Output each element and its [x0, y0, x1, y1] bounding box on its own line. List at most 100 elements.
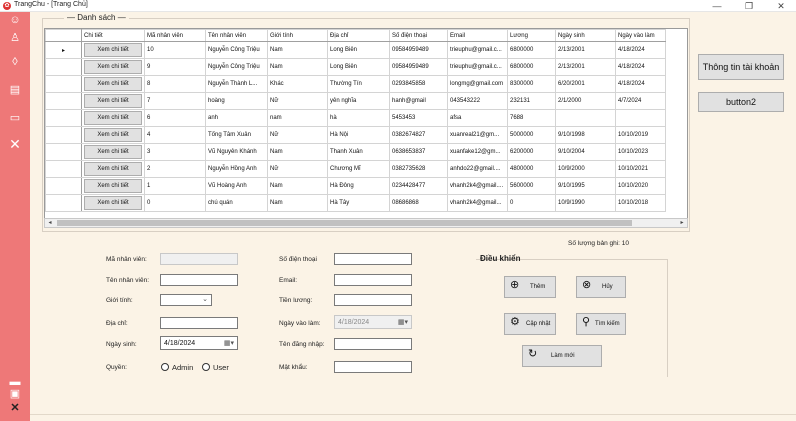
table-cell[interactable]: Vũ Hoàng Anh	[205, 177, 268, 195]
table-cell[interactable]: Nguyễn Công Triệu	[205, 41, 268, 59]
table-cell[interactable]: Nam	[267, 41, 328, 59]
table-cell[interactable]: 0382735628	[389, 160, 448, 178]
table-cell[interactable]: 10/10/2023	[615, 143, 666, 161]
table-cell[interactable]: nam	[267, 109, 328, 127]
view-detail-button[interactable]: Xem chi tiết	[84, 196, 142, 210]
table-cell[interactable]: 0	[144, 194, 206, 212]
table-cell[interactable]: 6800000	[507, 58, 556, 76]
table-cell[interactable]	[615, 109, 666, 127]
table-cell[interactable]: Hà Nội	[327, 126, 390, 144]
column-header[interactable]: Ngày vào làm	[615, 29, 666, 42]
detail-cell[interactable]: Xem chi tiết	[81, 126, 145, 144]
calendar-icon[interactable]: ▦▾	[224, 338, 234, 350]
start-date-picker[interactable]: 4/18/2024 ▦▾	[334, 315, 412, 329]
table-cell[interactable]: Nữ	[267, 126, 328, 144]
column-header[interactable]: Lương	[507, 29, 556, 42]
table-row[interactable]: Xem chi tiết 7 hoàng Nữ yên nghĩa hanh@gmail 0…	[45, 92, 666, 110]
table-cell[interactable]: 4	[144, 126, 206, 144]
table-cell[interactable]: yên nghĩa	[327, 92, 390, 110]
column-header[interactable]: Tên nhân viên	[205, 29, 268, 42]
table-cell[interactable]: 5600000	[507, 177, 556, 195]
table-cell[interactable]: xuanreal21@gm...	[447, 126, 508, 144]
location-icon[interactable]: ◊	[8, 56, 22, 68]
table-cell[interactable]: Thanh Xuân	[327, 143, 390, 161]
table-cell[interactable]: xuanfake12@gm...	[447, 143, 508, 161]
table-cell[interactable]: 6800000	[507, 41, 556, 59]
table-cell[interactable]: 10	[144, 41, 206, 59]
view-detail-button[interactable]: Xem chi tiết	[84, 111, 142, 125]
detail-cell[interactable]: Xem chi tiết	[81, 109, 145, 127]
table-cell[interactable]: 10/10/2019	[615, 126, 666, 144]
table-cell[interactable]: hà	[327, 109, 390, 127]
column-header[interactable]: Giới tính	[267, 29, 328, 42]
table-cell[interactable]: vhanh2k4@gmail...	[447, 194, 508, 212]
table-cell[interactable]: 10/9/1990	[555, 194, 616, 212]
row-header[interactable]	[45, 177, 82, 195]
view-detail-button[interactable]: Xem chi tiết	[84, 128, 142, 142]
exit-icon[interactable]: ✕	[8, 402, 22, 414]
table-row[interactable]: Xem chi tiết 4 Tống Tâm Xuân Nữ Hà Nội 038267…	[45, 126, 666, 144]
table-cell[interactable]: 8300000	[507, 75, 556, 93]
row-header[interactable]	[45, 143, 82, 161]
password-field[interactable]	[334, 361, 412, 373]
row-header[interactable]	[45, 75, 82, 93]
birth-date-picker[interactable]: 4/18/2024 ▦▾	[160, 336, 238, 350]
table-cell[interactable]: hoàng	[205, 92, 268, 110]
users-icon[interactable]: ☺	[8, 14, 22, 26]
scroll-right-icon[interactable]: ▸	[677, 219, 687, 227]
table-row[interactable]: Xem chi tiết 8 Nguyễn Thành L... Khác Thường…	[45, 75, 666, 93]
table-cell[interactable]: 232131	[507, 92, 556, 110]
column-header[interactable]: Số điện thoại	[389, 29, 448, 42]
table-cell[interactable]: trieuphu@gmail.c...	[447, 58, 508, 76]
admin-radio[interactable]	[161, 363, 169, 371]
table-cell[interactable]	[555, 109, 616, 127]
employee-name-field[interactable]	[160, 274, 238, 286]
detail-cell[interactable]: Xem chi tiết	[81, 160, 145, 178]
view-detail-button[interactable]: Xem chi tiết	[84, 43, 142, 57]
email-field[interactable]	[334, 274, 412, 286]
detail-cell[interactable]: Xem chi tiết	[81, 75, 145, 93]
table-cell[interactable]: 0234428477	[389, 177, 448, 195]
table-cell[interactable]: Chương Mĩ	[327, 160, 390, 178]
employee-id-field[interactable]	[160, 253, 238, 265]
table-cell[interactable]: 5453453	[389, 109, 448, 127]
table-cell[interactable]: 6/20/2001	[555, 75, 616, 93]
table-cell[interactable]: Nữ	[267, 160, 328, 178]
table-cell[interactable]: Long Biên	[327, 41, 390, 59]
user-radio[interactable]	[202, 363, 210, 371]
maximize-button[interactable]: ❐	[738, 0, 760, 12]
add-button[interactable]: ⊕ Thêm	[504, 276, 556, 298]
table-cell[interactable]: 0293845858	[389, 75, 448, 93]
table-cell[interactable]: 10/10/2018	[615, 194, 666, 212]
table-cell[interactable]: vhanh2k4@gmail....	[447, 177, 508, 195]
view-detail-button[interactable]: Xem chi tiết	[84, 162, 142, 176]
table-cell[interactable]: 5000000	[507, 126, 556, 144]
table-cell[interactable]: 4/18/2024	[615, 58, 666, 76]
gender-select[interactable]: ⌄	[160, 294, 212, 306]
table-row[interactable]: Xem chi tiết 1 Vũ Hoàng Anh Nam Hà Đông 02344…	[45, 177, 666, 195]
detail-cell[interactable]: Xem chi tiết	[81, 194, 145, 212]
table-cell[interactable]: Long Biên	[327, 58, 390, 76]
detail-cell[interactable]: Xem chi tiết	[81, 92, 145, 110]
detail-cell[interactable]: Xem chi tiết	[81, 41, 145, 59]
table-cell[interactable]: Nam	[267, 194, 328, 212]
table-cell[interactable]: trieuphu@gmail.c...	[447, 41, 508, 59]
calendar-icon[interactable]: ▦▾	[398, 317, 408, 329]
view-detail-button[interactable]: Xem chi tiết	[84, 60, 142, 74]
username-field[interactable]	[334, 338, 412, 350]
table-cell[interactable]: 0382674827	[389, 126, 448, 144]
table-cell[interactable]: 4800000	[507, 160, 556, 178]
view-detail-button[interactable]: Xem chi tiết	[84, 179, 142, 193]
close-button[interactable]: ✕	[770, 0, 792, 12]
view-detail-button[interactable]: Xem chi tiết	[84, 94, 142, 108]
table-cell[interactable]: 9	[144, 58, 206, 76]
table-cell[interactable]: 1	[144, 177, 206, 195]
table-cell[interactable]: 09584959489	[389, 58, 448, 76]
table-cell[interactable]: 8	[144, 75, 206, 93]
table-cell[interactable]: Nam	[267, 177, 328, 195]
refresh-button[interactable]: ↻ Làm mới	[522, 345, 602, 367]
button2-button[interactable]: button2	[698, 92, 784, 112]
column-header[interactable]: Chi tiết	[81, 29, 145, 42]
table-cell[interactable]: 6200000	[507, 143, 556, 161]
search-button[interactable]: ⚲ Tìm kiếm	[576, 313, 626, 335]
